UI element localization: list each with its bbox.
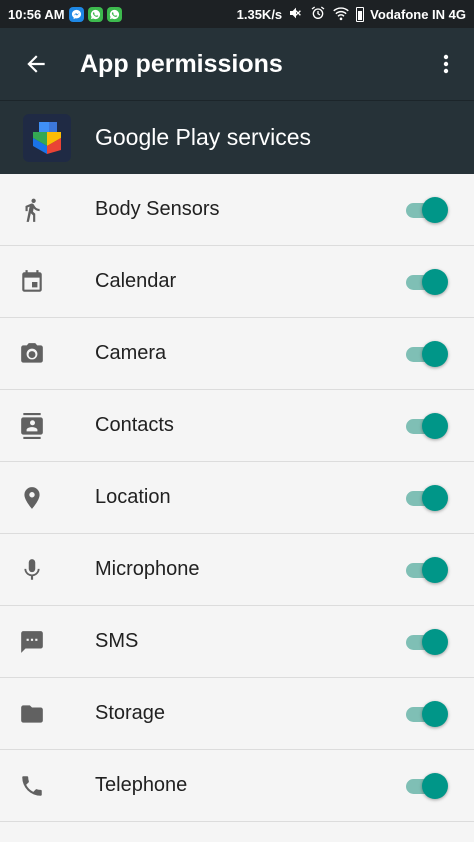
location-toggle[interactable]: [406, 484, 448, 512]
sms-toggle[interactable]: [406, 628, 448, 656]
overflow-menu-button[interactable]: [418, 28, 474, 100]
permission-row-body-sensors[interactable]: Body Sensors: [0, 174, 474, 246]
permission-row-camera[interactable]: Camera: [0, 318, 474, 390]
contacts-icon: [0, 390, 64, 461]
whatsapp-icon: [87, 6, 103, 22]
walk-icon: [0, 174, 64, 245]
permission-label: SMS: [95, 630, 139, 652]
calendar-icon: [0, 246, 64, 317]
permission-label: Location: [95, 486, 171, 508]
permission-label: Microphone: [95, 558, 200, 580]
battery-icon: [356, 6, 365, 22]
sms-icon: [0, 606, 64, 677]
more-vert-icon: [443, 54, 449, 74]
body-sensors-toggle[interactable]: [406, 196, 448, 224]
carrier-name: Vodafone IN 4G: [370, 6, 466, 22]
permission-label: Camera: [95, 342, 167, 364]
status-bar: 10:56 AM 1.35K/s Vodafone IN 4G: [0, 0, 474, 28]
microphone-icon: [0, 534, 64, 605]
toolbar: App permissions: [0, 28, 474, 100]
permission-row-location[interactable]: Location: [0, 462, 474, 534]
camera-toggle[interactable]: [406, 340, 448, 368]
messenger-icon: [68, 6, 84, 22]
wifi-icon: [332, 5, 350, 24]
telephone-toggle[interactable]: [406, 772, 448, 800]
storage-toggle[interactable]: [406, 700, 448, 728]
permission-row-microphone[interactable]: Microphone: [0, 534, 474, 606]
permission-row-telephone[interactable]: Telephone: [0, 750, 474, 822]
page-title: App permissions: [80, 49, 283, 78]
status-time: 10:56 AM: [8, 6, 65, 22]
permission-label: Telephone: [95, 774, 188, 796]
permission-row-calendar[interactable]: Calendar: [0, 246, 474, 318]
google-play-services-icon: [23, 113, 71, 162]
contacts-toggle[interactable]: [406, 412, 448, 440]
calendar-toggle[interactable]: [406, 268, 448, 296]
app-header: Google Play services: [0, 100, 474, 174]
arrow-back-icon: [27, 55, 45, 73]
whatsapp-icon: [106, 6, 122, 22]
microphone-toggle[interactable]: [406, 556, 448, 584]
permission-label: Contacts: [95, 414, 174, 436]
phone-icon: [0, 750, 64, 821]
permission-list: Body Sensors Calendar Camera Contacts Lo…: [0, 174, 474, 822]
camera-icon: [0, 318, 64, 389]
back-button[interactable]: [0, 28, 72, 100]
folder-icon: [0, 678, 64, 749]
permission-row-sms[interactable]: SMS: [0, 606, 474, 678]
location-pin-icon: [0, 462, 64, 533]
permission-label: Body Sensors: [95, 198, 220, 220]
mute-icon: [288, 5, 304, 24]
permission-row-contacts[interactable]: Contacts: [0, 390, 474, 462]
alarm-icon: [310, 5, 326, 24]
permission-label: Storage: [95, 702, 166, 724]
permission-row-storage[interactable]: Storage: [0, 678, 474, 750]
network-speed: 1.35K/s: [236, 6, 283, 22]
app-name: Google Play services: [95, 124, 312, 150]
permission-label: Calendar: [95, 270, 177, 292]
